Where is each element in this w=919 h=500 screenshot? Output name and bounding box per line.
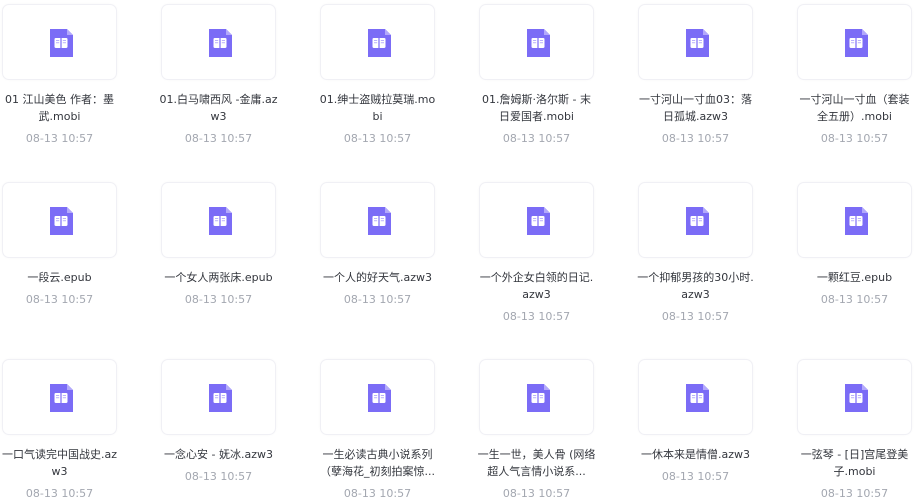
file-thumbnail[interactable] <box>638 182 753 258</box>
ebook-file-icon <box>845 207 868 235</box>
file-date: 08-13 10:57 <box>502 487 571 500</box>
ebook-file-icon <box>527 207 550 235</box>
ebook-file-icon <box>845 384 868 412</box>
file-tile[interactable]: 一口气读完中国战史.azw3 08-13 10:57 <box>0 359 159 500</box>
file-thumbnail[interactable] <box>479 182 594 258</box>
file-name: 01.詹姆斯·洛尔斯 - 末日爱国者.mobi <box>482 93 591 123</box>
file-name: 一弦琴 - [日]宫尾登美子.mobi <box>800 448 909 478</box>
file-name: 一寸河山一寸血03：落日孤城.azw3 <box>639 93 752 123</box>
file-tile[interactable]: 01 江山美色 作者：墨武.mobi 08-13 10:57 <box>0 4 159 154</box>
file-thumbnail[interactable] <box>797 359 912 435</box>
file-name: 一生一世，美人骨 (网络超人气言情小说系... <box>477 448 596 478</box>
file-name: 一颗红豆.epub <box>816 271 893 284</box>
file-name: 01 江山美色 作者：墨武.mobi <box>5 93 114 123</box>
ebook-file-icon <box>50 207 73 235</box>
file-tile[interactable]: 一个女人两张床.epub 08-13 10:57 <box>159 182 318 332</box>
file-tile[interactable]: 一个外企女白领的日记.azw3 08-13 10:57 <box>477 182 636 332</box>
file-date: 08-13 10:57 <box>343 293 412 306</box>
file-tile[interactable]: 01.詹姆斯·洛尔斯 - 末日爱国者.mobi 08-13 10:57 <box>477 4 636 154</box>
file-tile[interactable]: 一个抑郁男孩的30小时.azw3 08-13 10:57 <box>636 182 795 332</box>
file-date: 08-13 10:57 <box>25 132 94 145</box>
file-thumbnail[interactable] <box>2 182 117 258</box>
file-thumbnail[interactable] <box>638 359 753 435</box>
ebook-file-icon <box>527 384 550 412</box>
file-date: 08-13 10:57 <box>820 293 889 306</box>
file-thumbnail[interactable] <box>320 4 435 80</box>
file-tile[interactable]: 01.白马啸西风 -金庸.azw3 08-13 10:57 <box>159 4 318 154</box>
file-date: 08-13 10:57 <box>502 310 571 323</box>
ebook-file-icon <box>368 384 391 412</box>
file-thumbnail[interactable] <box>479 359 594 435</box>
file-name: 一口气读完中国战史.azw3 <box>1 448 117 478</box>
file-thumbnail[interactable] <box>320 359 435 435</box>
ebook-file-icon <box>209 384 232 412</box>
ebook-file-icon <box>686 384 709 412</box>
file-name: 一个人的好天气.azw3 <box>322 271 432 284</box>
file-name: 一生必读古典小说系列（孽海花_初刻拍案惊... <box>320 448 435 478</box>
file-name: 一个外企女白领的日记.azw3 <box>479 271 594 301</box>
file-date: 08-13 10:57 <box>661 310 730 323</box>
ebook-file-icon <box>50 29 73 57</box>
file-tile[interactable]: 一个人的好天气.azw3 08-13 10:57 <box>318 182 477 332</box>
ebook-file-icon <box>368 29 391 57</box>
file-date: 08-13 10:57 <box>184 470 253 483</box>
file-tile[interactable]: 一寸河山一寸血（套装全五册）.mobi 08-13 10:57 <box>795 4 919 154</box>
file-date: 08-13 10:57 <box>661 470 730 483</box>
file-thumbnail[interactable] <box>479 4 594 80</box>
file-tile[interactable]: 一念心安 - 妩冰.azw3 08-13 10:57 <box>159 359 318 500</box>
ebook-file-icon <box>209 29 232 57</box>
file-thumbnail[interactable] <box>161 359 276 435</box>
file-tile[interactable]: 一颗红豆.epub 08-13 10:57 <box>795 182 919 332</box>
file-date: 08-13 10:57 <box>184 132 253 145</box>
ebook-file-icon <box>368 207 391 235</box>
file-date: 08-13 10:57 <box>343 487 412 500</box>
file-name: 一念心安 - 妩冰.azw3 <box>164 448 273 461</box>
file-tile[interactable]: 01.绅士盗贼拉莫瑞.mobi 08-13 10:57 <box>318 4 477 154</box>
file-thumbnail[interactable] <box>638 4 753 80</box>
file-name: 01.白马啸西风 -金庸.azw3 <box>159 93 278 123</box>
file-name: 一寸河山一寸血（套装全五册）.mobi <box>799 93 910 123</box>
file-name: 一休本来是情僧.azw3 <box>640 448 750 461</box>
file-thumbnail[interactable] <box>797 182 912 258</box>
file-name: 一段云.epub <box>27 271 92 284</box>
ebook-file-icon <box>527 29 550 57</box>
file-date: 08-13 10:57 <box>820 487 889 500</box>
file-date: 08-13 10:57 <box>343 132 412 145</box>
file-tile[interactable]: 一段云.epub 08-13 10:57 <box>0 182 159 332</box>
file-tile[interactable]: 一寸河山一寸血03：落日孤城.azw3 08-13 10:57 <box>636 4 795 154</box>
file-thumbnail[interactable] <box>797 4 912 80</box>
file-tile[interactable]: 一生必读古典小说系列（孽海花_初刻拍案惊... 08-13 10:57 <box>318 359 477 500</box>
ebook-file-icon <box>686 207 709 235</box>
file-name: 01.绅士盗贼拉莫瑞.mobi <box>319 93 436 123</box>
file-tile[interactable]: 一休本来是情僧.azw3 08-13 10:57 <box>636 359 795 500</box>
file-thumbnail[interactable] <box>2 4 117 80</box>
ebook-file-icon <box>209 207 232 235</box>
file-date: 08-13 10:57 <box>820 132 889 145</box>
file-date: 08-13 10:57 <box>25 487 94 500</box>
file-date: 08-13 10:57 <box>25 293 94 306</box>
file-date: 08-13 10:57 <box>661 132 730 145</box>
file-name: 一个抑郁男孩的30小时.azw3 <box>637 271 754 301</box>
file-grid: 01 江山美色 作者：墨武.mobi 08-13 10:57 01.白马啸西风 -金… <box>0 0 919 500</box>
ebook-file-icon <box>686 29 709 57</box>
ebook-file-icon <box>50 384 73 412</box>
file-date: 08-13 10:57 <box>184 293 253 306</box>
file-tile[interactable]: 一生一世，美人骨 (网络超人气言情小说系... 08-13 10:57 <box>477 359 636 500</box>
file-thumbnail[interactable] <box>161 4 276 80</box>
file-date: 08-13 10:57 <box>502 132 571 145</box>
ebook-file-icon <box>845 29 868 57</box>
file-name: 一个女人两张床.epub <box>164 271 273 284</box>
file-thumbnail[interactable] <box>161 182 276 258</box>
file-tile[interactable]: 一弦琴 - [日]宫尾登美子.mobi 08-13 10:57 <box>795 359 919 500</box>
file-thumbnail[interactable] <box>2 359 117 435</box>
file-thumbnail[interactable] <box>320 182 435 258</box>
